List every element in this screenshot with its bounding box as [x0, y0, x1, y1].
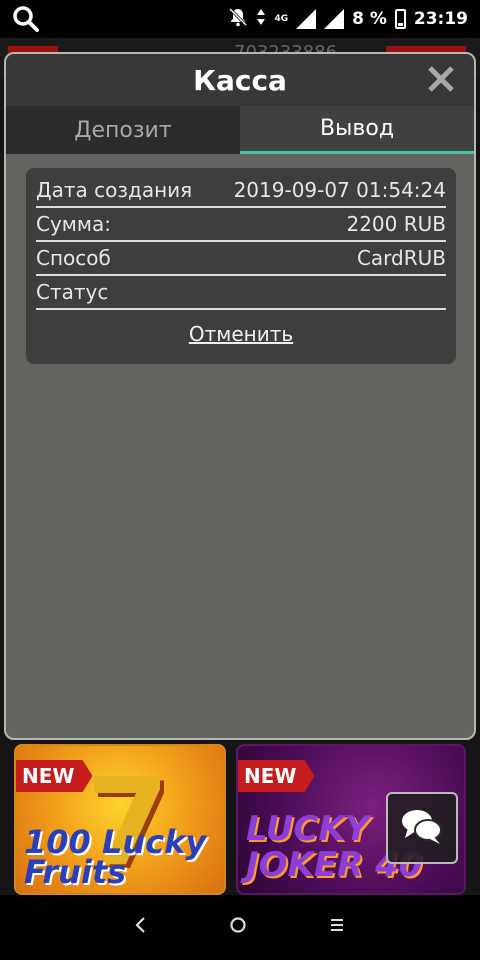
chat-icon [400, 806, 444, 850]
new-badge: NEW [238, 760, 315, 792]
home-icon[interactable] [228, 915, 248, 941]
created-date-row: Дата создания 2019-09-07 01:54:24 [36, 174, 446, 208]
game-tile-lucky-fruits[interactable]: 7 NEW 100 Lucky Fruits [14, 744, 226, 895]
system-nav-bar [0, 895, 480, 960]
cashier-tabs: Депозит Вывод [6, 106, 474, 154]
new-badge: NEW [16, 760, 93, 792]
close-icon[interactable] [426, 64, 456, 94]
method-row: Способ CardRUB [36, 242, 446, 276]
cashier-modal: Касса Депозит Вывод Дата создания 2019-0… [4, 52, 476, 740]
wifi-signal-icon [324, 9, 345, 29]
network-type-label: 4G [274, 13, 289, 24]
tab-deposit[interactable]: Депозит [6, 106, 240, 154]
bell-off-icon [228, 7, 248, 32]
signal-icon [296, 9, 317, 29]
amount-row: Сумма: 2200 RUB [36, 208, 446, 242]
chat-button[interactable] [386, 792, 458, 864]
row-label: Статус [36, 280, 109, 304]
cancel-withdrawal-link[interactable]: Отменить [36, 322, 446, 346]
status-bar: 4G 8 % 23:19 [0, 0, 480, 38]
row-label: Дата создания [36, 178, 193, 202]
row-value: 2200 RUB [346, 212, 446, 236]
battery-percent: 8 % [352, 9, 387, 29]
game-title: 100 Lucky Fruits [24, 823, 207, 891]
withdrawal-card: Дата создания 2019-09-07 01:54:24 Сумма:… [26, 168, 456, 364]
row-value: 2019-09-07 01:54:24 [233, 178, 446, 202]
menu-icon[interactable] [328, 915, 346, 940]
search-icon[interactable] [12, 5, 40, 33]
clock: 23:19 [413, 9, 468, 29]
modal-title: Касса [193, 63, 287, 97]
battery-icon [394, 9, 406, 29]
row-value: CardRUB [356, 246, 446, 270]
back-icon[interactable] [134, 915, 148, 941]
row-label: Способ [36, 246, 111, 270]
data-arrows-icon [256, 7, 266, 32]
tab-withdraw[interactable]: Вывод [240, 106, 474, 154]
row-label: Сумма: [36, 212, 111, 236]
status-row: Статус [36, 276, 446, 310]
modal-header: Касса [6, 54, 474, 106]
